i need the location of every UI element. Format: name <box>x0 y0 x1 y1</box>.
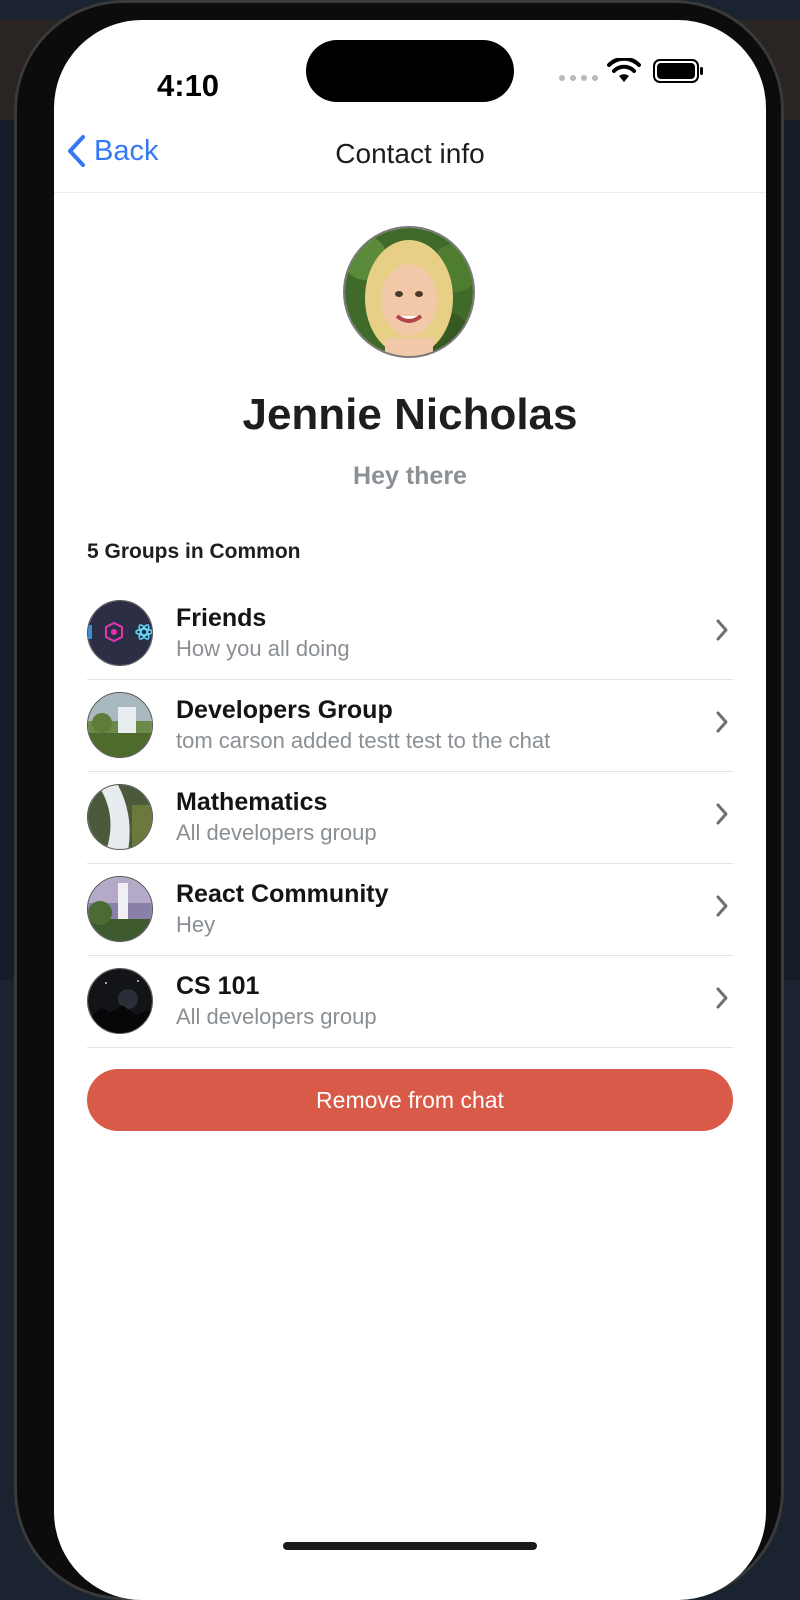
chevron-right-icon <box>716 711 728 733</box>
battery-icon <box>653 59 703 83</box>
remove-from-chat-button[interactable]: Remove from chat <box>87 1069 733 1131</box>
groups-in-common-header: 5 Groups in Common <box>87 540 301 563</box>
group-row-friends[interactable]: Friends How you all doing <box>87 588 733 680</box>
phone-frame: 4:10 Back Contact info Jennie Nicholas H… <box>14 0 784 1600</box>
group-last-message: Hey <box>176 912 216 937</box>
chevron-right-icon <box>716 895 728 917</box>
group-avatar-friends <box>87 600 153 666</box>
group-row-react-community[interactable]: React Community Hey <box>87 864 733 956</box>
group-last-message: How you all doing <box>176 636 350 661</box>
chevron-right-icon <box>716 803 728 825</box>
group-row-cs-101[interactable]: CS 101 All developers group <box>87 956 733 1048</box>
chevron-right-icon <box>716 987 728 1009</box>
contact-name: Jennie Nicholas <box>242 390 578 439</box>
group-name: Friends <box>176 604 267 632</box>
phone-screen: 4:10 Back Contact info Jennie Nicholas H… <box>54 20 766 1600</box>
home-indicator <box>283 1542 537 1550</box>
chevron-right-icon <box>716 619 728 641</box>
group-avatar-developers-group <box>87 692 153 758</box>
dynamic-island <box>306 40 514 102</box>
group-avatar-react-community <box>87 876 153 942</box>
contact-status: Hey there <box>353 462 467 490</box>
group-name: React Community <box>176 880 389 908</box>
group-row-mathematics[interactable]: Mathematics All developers group <box>87 772 733 864</box>
group-name: Mathematics <box>176 788 328 816</box>
wifi-icon <box>607 58 641 82</box>
group-last-message: All developers group <box>176 820 377 845</box>
group-last-message: All developers group <box>176 1004 377 1029</box>
group-row-developers-group[interactable]: Developers Group tom carson added testt … <box>87 680 733 772</box>
group-name: CS 101 <box>176 972 260 1000</box>
group-avatar-cs-101 <box>87 968 153 1034</box>
status-time: 4:10 <box>157 68 220 103</box>
group-last-message: tom carson added testt test to the chat <box>176 728 551 753</box>
contact-avatar <box>343 226 475 358</box>
page-title: Contact info <box>335 138 485 169</box>
navigation-bar: Back Contact info <box>54 120 766 193</box>
cellular-signal-icon <box>559 75 598 81</box>
group-name: Developers Group <box>176 696 393 724</box>
group-list: Friends How you all doing Developers Gro… <box>87 588 733 1048</box>
group-avatar-mathematics <box>87 784 153 850</box>
